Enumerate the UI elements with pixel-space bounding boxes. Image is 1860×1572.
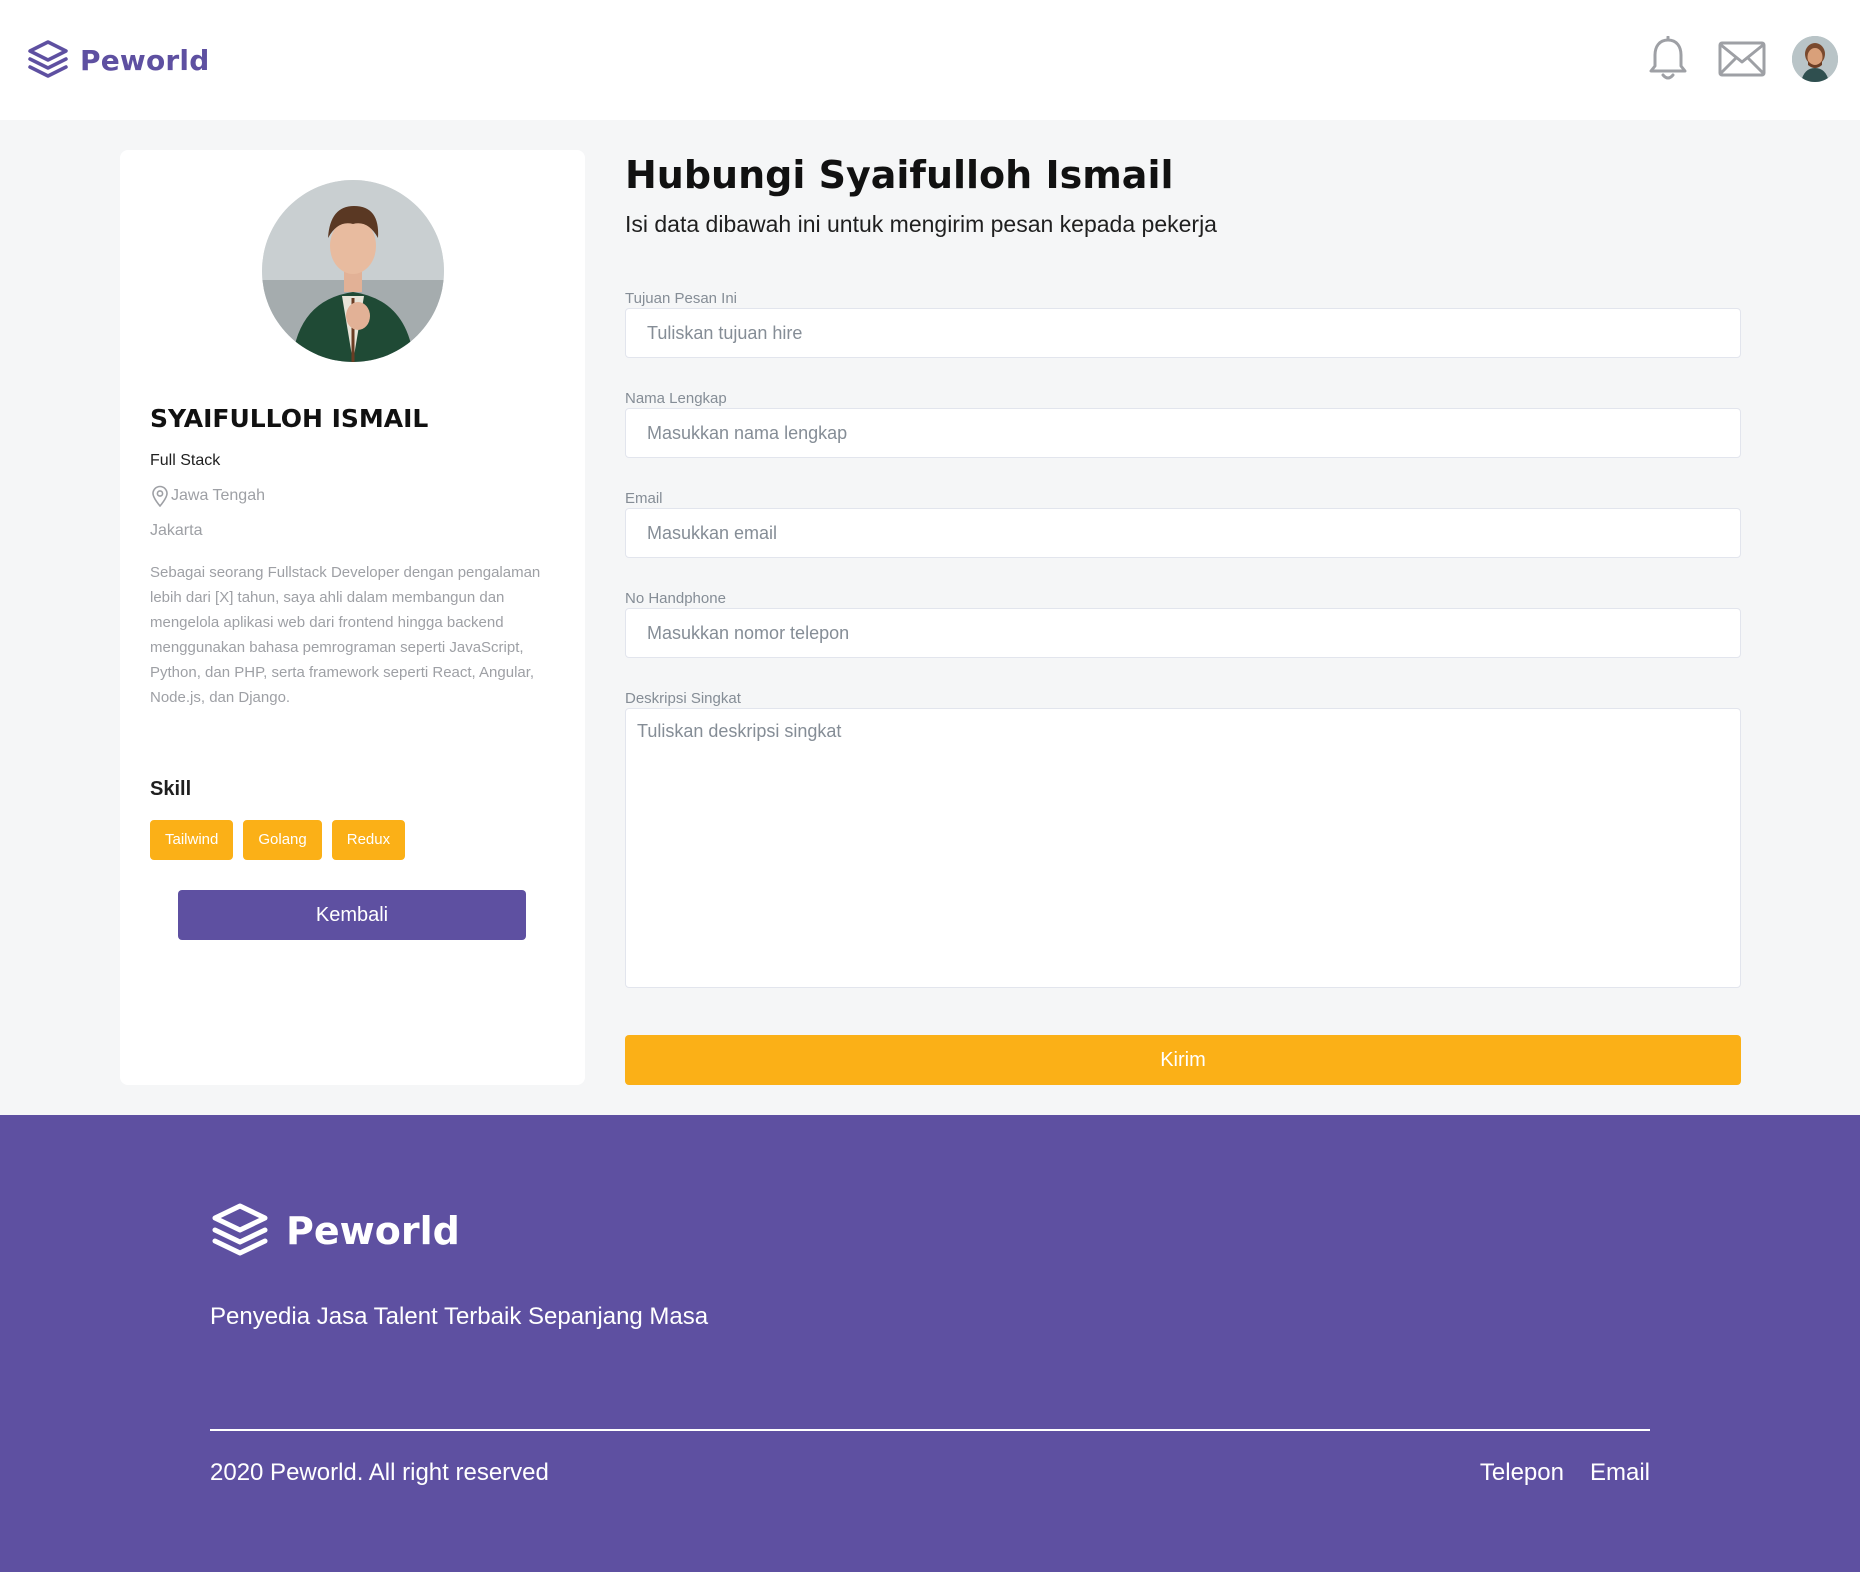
bell-icon[interactable] xyxy=(1648,36,1688,82)
profile-description: Sebagai seorang Fullstack Developer deng… xyxy=(150,564,541,706)
profile-city: Jakarta xyxy=(150,522,203,539)
form-subtitle: Isi data dibawah ini untuk mengirim pesa… xyxy=(625,211,1217,237)
field-phone: No Handphone xyxy=(625,590,1741,658)
description-textarea[interactable] xyxy=(625,708,1741,988)
profile-location: Jawa Tengah xyxy=(150,485,265,507)
navbar: Peworld xyxy=(0,0,1860,120)
skill-list: Tailwind Golang Redux xyxy=(150,820,415,860)
profile-photo-image xyxy=(262,180,444,362)
field-email: Email xyxy=(625,490,1741,558)
field-label: Tujuan Pesan Ini xyxy=(625,290,738,307)
profile-card: SYAIFULLOH ISMAIL Full Stack Jawa Tengah… xyxy=(120,150,585,1085)
field-label: Nama Lengkap xyxy=(625,390,727,407)
skill-badge: Redux xyxy=(331,820,406,860)
profile-job-title: Full Stack xyxy=(150,452,221,469)
footer: Peworld Penyedia Jasa Talent Terbaik Sep… xyxy=(0,1115,1860,1572)
footer-link-phone[interactable]: Telepon xyxy=(1480,1459,1564,1487)
field-purpose: Tujuan Pesan Ini xyxy=(625,290,1741,358)
avatar-image xyxy=(1792,36,1838,82)
email-input[interactable] xyxy=(625,508,1741,558)
field-description: Deskripsi Singkat xyxy=(625,690,1741,988)
purpose-input[interactable] xyxy=(625,308,1741,358)
brand-name: Peworld xyxy=(80,43,210,77)
profile-location-text: Jawa Tengah xyxy=(171,487,265,504)
user-avatar[interactable] xyxy=(1792,36,1838,82)
footer-tagline: Penyedia Jasa Talent Terbaik Sepanjang M… xyxy=(210,1303,709,1330)
fullname-input[interactable] xyxy=(625,408,1741,458)
send-button[interactable]: Kirim xyxy=(625,1035,1741,1085)
footer-link-email[interactable]: Email xyxy=(1590,1459,1650,1487)
map-pin-icon xyxy=(152,485,168,507)
profile-name: SYAIFULLOH ISMAIL xyxy=(150,404,429,433)
footer-brand-name: Peworld xyxy=(286,1209,460,1253)
footer-copyright: 2020 Peworld. All right reserved xyxy=(210,1459,549,1486)
field-label: No Handphone xyxy=(625,590,726,607)
skill-badge: Tailwind xyxy=(150,820,234,860)
footer-divider xyxy=(210,1429,1650,1431)
phone-input[interactable] xyxy=(625,608,1741,658)
layers-logo-icon xyxy=(212,1203,268,1256)
skill-title: Skill xyxy=(150,778,192,800)
brand-link[interactable]: Peworld xyxy=(26,38,209,82)
form-title: Hubungi Syaifulloh Ismail xyxy=(625,153,1174,197)
field-label: Deskripsi Singkat xyxy=(625,690,741,707)
nav-actions xyxy=(1648,36,1838,82)
profile-photo xyxy=(262,180,444,362)
footer-links: Telepon Email xyxy=(1454,1459,1650,1487)
layers-logo-icon xyxy=(28,40,68,78)
field-fullname: Nama Lengkap xyxy=(625,390,1741,458)
footer-brand: Peworld xyxy=(210,1202,460,1260)
field-label: Email xyxy=(625,490,663,507)
mail-icon[interactable] xyxy=(1718,40,1766,78)
back-button[interactable]: Kembali xyxy=(178,890,526,940)
skill-badge: Golang xyxy=(243,820,322,860)
contact-form: Hubungi Syaifulloh Ismail Isi data dibaw… xyxy=(625,150,1741,1085)
